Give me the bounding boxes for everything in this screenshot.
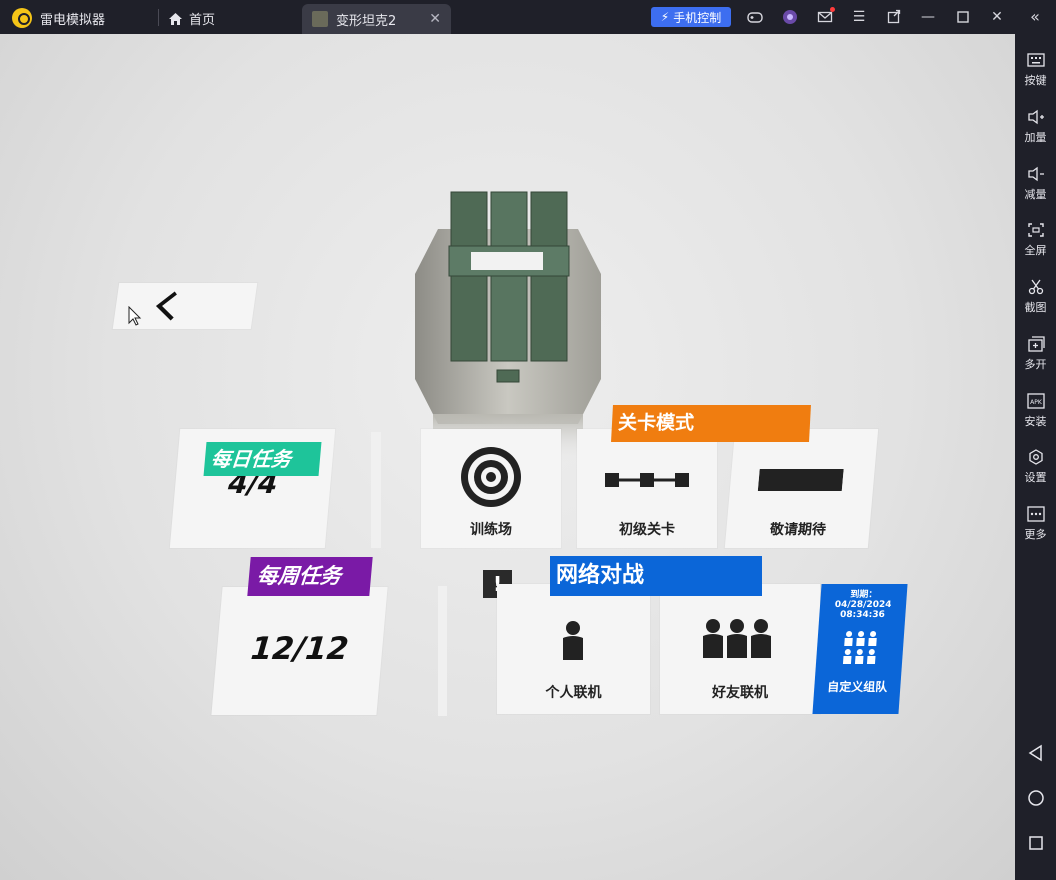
avatar-icon[interactable] (782, 9, 798, 25)
sidebar-item-label: 全屏 (1024, 244, 1047, 257)
custom-team-label: 自定义组队 (826, 680, 888, 694)
multi-instance-icon (1027, 336, 1045, 352)
phone-control-label: 手机控制 (673, 10, 722, 25)
phone-control-button[interactable]: ⚡ 手机控制 (651, 7, 731, 27)
notification-dot (830, 7, 835, 12)
android-back-button[interactable] (1015, 744, 1056, 765)
emulator-sidebar: 按键 加量 减量 全屏 截图 多开 APK 安装 设置 更多 (1015, 34, 1056, 880)
game-thumbnail-icon (312, 11, 328, 27)
expire-time: 08:34:36 (839, 610, 886, 620)
divider (438, 586, 447, 716)
app-name: 雷电模拟器 (40, 13, 106, 28)
home-icon (169, 12, 182, 25)
restore-window-icon[interactable] (886, 9, 902, 25)
beginner-level-card[interactable]: 初级关卡 (577, 429, 717, 548)
training-card[interactable]: 训练场 (421, 429, 561, 548)
beginner-level-label: 初级关卡 (619, 522, 675, 538)
team-grid-icon (842, 631, 877, 664)
weekly-task-value: 12/12 (249, 631, 351, 667)
solo-online-card[interactable]: 个人联机 (497, 584, 650, 714)
close-tab-icon[interactable]: ✕ (429, 11, 441, 27)
friends-online-label: 好友联机 (712, 685, 768, 701)
scissors-icon (1028, 279, 1043, 295)
sidebar-item-install[interactable]: APK 安装 (1015, 393, 1056, 429)
sidebar-item-volume-down[interactable]: 减量 (1015, 166, 1056, 202)
sidebar-item-label: 截图 (1024, 301, 1047, 314)
recents-square-icon (1028, 836, 1043, 850)
training-label: 训练场 (470, 522, 512, 538)
weekly-task-card[interactable]: 12/12 (211, 587, 388, 715)
close-window-icon[interactable]: ✕ (989, 9, 1005, 25)
expire-label: 到期： (849, 590, 878, 600)
title-bar: 雷电模拟器 首页 变形坦克2 ✕ ⚡ 手机控制 ☰ — ✕ « (0, 0, 1056, 34)
sidebar-item-label: 减量 (1024, 188, 1047, 201)
target-icon (461, 447, 521, 507)
sidebar-item-label: 多开 (1024, 358, 1047, 371)
volume-up-icon (1027, 109, 1044, 125)
sidebar-item-label: 设置 (1024, 471, 1047, 484)
sidebar-item-label: 按键 (1024, 74, 1047, 87)
sidebar-item-screenshot[interactable]: 截图 (1015, 279, 1056, 315)
android-home-button[interactable] (1015, 789, 1056, 810)
sidebar-item-label: 加量 (1024, 131, 1047, 144)
tank-model (413, 184, 603, 464)
home-circle-icon (1027, 790, 1044, 806)
collapse-sidebar-icon[interactable]: « (1027, 9, 1043, 25)
group-icon (703, 619, 771, 658)
maximize-icon[interactable] (955, 9, 971, 25)
settings-icon (1028, 449, 1043, 465)
friends-online-card[interactable]: 好友联机 (660, 584, 820, 714)
game-tab-label: 变形坦克2 (336, 13, 397, 29)
sidebar-item-volume-up[interactable]: 加量 (1015, 109, 1056, 145)
daily-task-header: 每日任务 (203, 442, 322, 476)
sidebar-item-label: 安装 (1024, 415, 1047, 428)
sidebar-item-fullscreen[interactable]: 全屏 (1015, 222, 1056, 258)
level-path-icon (605, 473, 689, 487)
volume-down-icon (1027, 166, 1044, 182)
android-recents-button[interactable] (1015, 834, 1056, 855)
mouse-cursor-icon (128, 306, 142, 326)
menu-icon[interactable]: ☰ (851, 9, 867, 25)
solo-online-label: 个人联机 (545, 685, 602, 701)
svg-text:APK: APK (1030, 399, 1043, 406)
apk-install-icon: APK (1026, 393, 1045, 409)
divider (371, 432, 381, 548)
weekly-task-header: 每周任务 (247, 557, 373, 596)
person-icon (563, 621, 583, 660)
sidebar-item-more[interactable]: 更多 (1015, 506, 1056, 542)
chevron-left-icon (155, 291, 177, 321)
app-logo-icon (12, 8, 32, 28)
expire-date: 04/28/2024 (834, 600, 892, 610)
sidebar-item-multi-instance[interactable]: 多开 (1015, 336, 1056, 372)
fullscreen-icon (1027, 223, 1044, 237)
gamepad-icon[interactable] (747, 9, 763, 25)
back-triangle-icon (1028, 744, 1042, 762)
more-icon (1026, 506, 1045, 522)
lightning-icon: ⚡ (660, 10, 670, 24)
home-label: 首页 (189, 13, 216, 28)
coming-soon-card[interactable]: 敬请期待 (724, 429, 879, 548)
locked-bar-icon (757, 469, 844, 491)
sidebar-item-settings[interactable]: 设置 (1015, 449, 1056, 485)
home-tab[interactable]: 首页 (168, 9, 215, 28)
level-mode-header: 关卡模式 (611, 405, 811, 442)
game-viewport: 4/4 每日任务 训练场 初级关卡 敬请期待 关卡模式 12/12 每周任务 ! (0, 34, 1015, 880)
sidebar-item-label: 更多 (1024, 528, 1047, 541)
keyboard-icon (1026, 53, 1045, 67)
divider (158, 9, 159, 26)
mail-icon[interactable] (817, 7, 835, 25)
game-tab[interactable]: 变形坦克2 ✕ (302, 4, 451, 34)
custom-team-card[interactable]: 到期： 04/28/2024 08:34:36 自定义组队 (812, 584, 908, 714)
minimize-icon[interactable]: — (920, 9, 936, 25)
network-battle-header: 网络对战 (550, 556, 762, 596)
coming-soon-label: 敬请期待 (769, 522, 827, 538)
sidebar-item-keymap[interactable]: 按键 (1015, 52, 1056, 88)
